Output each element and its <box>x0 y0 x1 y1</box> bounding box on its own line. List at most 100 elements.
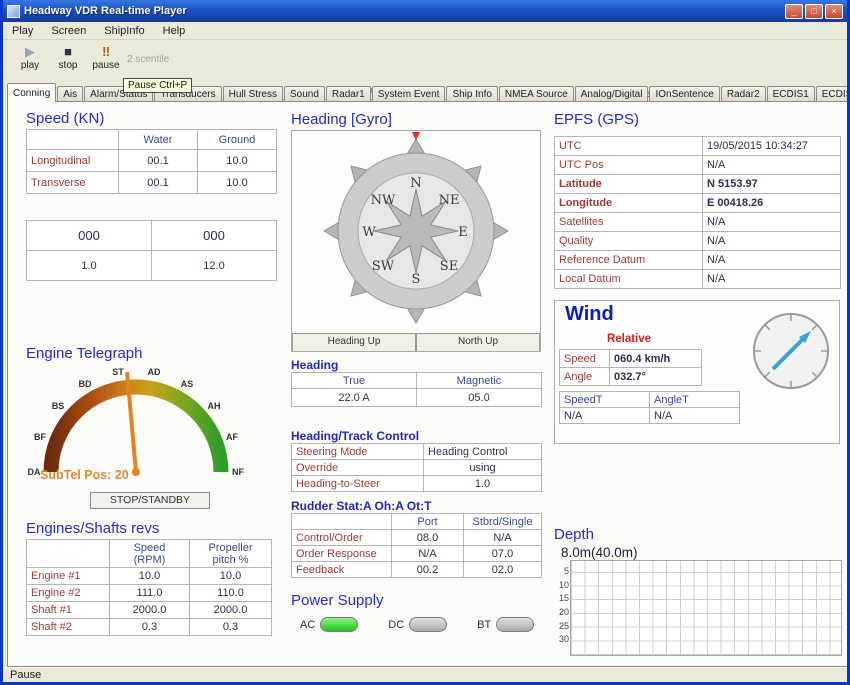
menu-help[interactable]: Help <box>154 23 195 39</box>
row-label: Order Response <box>292 546 392 562</box>
gyro-title: Heading [Gyro] <box>291 111 392 128</box>
table-row: Engine #2 111.0 110.0 <box>27 585 272 602</box>
window-title: Headway VDR Real-time Player <box>24 5 783 17</box>
table-row: Water Ground <box>27 130 277 150</box>
telegraph-scale-label: AF <box>226 432 238 442</box>
corner-cell <box>27 540 110 568</box>
table-row: Quality N/A <box>555 232 841 251</box>
maximize-button[interactable]: □ <box>805 4 823 19</box>
tab-ecdis1[interactable]: ECDIS1 <box>767 86 815 102</box>
compass-point-label: W <box>362 225 376 240</box>
cell-value: 060.4 km/h <box>610 350 702 368</box>
cell-value: using <box>424 460 542 476</box>
status-bar: Pause <box>3 667 847 682</box>
col-header: Port <box>392 514 464 530</box>
play-button[interactable]: ▶ play <box>13 44 47 78</box>
epfs-title: EPFS (GPS) <box>554 111 639 128</box>
row-label: Transverse <box>27 172 119 194</box>
depth-scale-label: 25 <box>552 621 569 635</box>
tab-conning[interactable]: Conning <box>7 83 56 102</box>
heading-up-button[interactable]: Heading Up <box>292 333 416 351</box>
north-up-button[interactable]: North Up <box>416 333 540 351</box>
cell-value: 2000.0 <box>110 602 190 619</box>
cell-value: Heading Control <box>424 444 542 460</box>
status-text: Pause <box>10 669 41 681</box>
cell-value: N/A <box>464 530 542 546</box>
app-window: Headway VDR Real-time Player _ □ × Play … <box>0 0 850 685</box>
tab-nmea-source[interactable]: NMEA Source <box>499 86 574 102</box>
stop-button[interactable]: ■ stop <box>51 44 85 78</box>
menu-play[interactable]: Play <box>3 23 42 39</box>
menu-screen[interactable]: Screen <box>42 23 95 39</box>
stop-standby-button[interactable]: STOP/STANDBY <box>90 492 210 509</box>
row-label: Engine #2 <box>27 585 110 602</box>
wind-table: Speed 060.4 km/h Angle 032.7° <box>559 349 702 386</box>
heading-table: True Magnetic 22.0 A 05.0 <box>291 372 542 407</box>
cell-value: N/A <box>560 408 650 424</box>
col-header: Stbrd/Single <box>464 514 542 530</box>
title-bar[interactable]: Headway VDR Real-time Player _ □ × <box>3 0 847 22</box>
wind-panel: Wind Relative Speed 060.4 km/h Angle 032… <box>554 300 840 444</box>
tab-hull-stress[interactable]: Hull Stress <box>223 86 283 102</box>
row-label: Shaft #1 <box>27 602 110 619</box>
telegraph-scale-label: DA <box>28 467 41 477</box>
telegraph-scale-label: BF <box>34 432 46 442</box>
cell-value: N/A <box>703 213 841 232</box>
rudder-title: Rudder Stat:A Oh:A Ot:T <box>291 499 431 513</box>
row-label: UTC <box>555 137 703 156</box>
tab-sound[interactable]: Sound <box>284 86 325 102</box>
row-label: Angle <box>560 368 610 386</box>
tab-analog-digital[interactable]: Analog/Digital <box>575 86 649 102</box>
cell-value: E 00418.26 <box>703 194 841 213</box>
depth-scale-label: 10 <box>552 580 569 594</box>
stop-label: stop <box>51 60 85 71</box>
rudder-table: Port Stbrd/Single Control/Order 08.0 N/A… <box>291 513 542 578</box>
depth-scale: 5 10 15 20 25 30 <box>552 566 569 648</box>
tab-radar1[interactable]: Radar1 <box>326 86 371 102</box>
telegraph-scale-label: AH <box>208 401 221 411</box>
table-row: Heading-to-Steer 1.0 <box>292 476 542 492</box>
cell-value: N/A <box>703 251 841 270</box>
row-label: Heading-to-Steer <box>292 476 424 492</box>
tab-ais[interactable]: Ais <box>57 86 83 102</box>
cell-value: 000 <box>152 221 277 251</box>
cell-value: 05.0 <box>417 389 542 407</box>
minimize-button[interactable]: _ <box>785 4 803 19</box>
cell-value: 10.0 <box>190 568 272 585</box>
table-row: Speed (RPM) Propeller pitch % <box>27 540 272 568</box>
cell-value: 02.0 <box>464 562 542 578</box>
close-button[interactable]: × <box>825 4 843 19</box>
cell-value: N/A <box>703 232 841 251</box>
table-row: SpeedT AngleT <box>560 392 740 408</box>
row-label: Satellites <box>555 213 703 232</box>
row-label: Longitude <box>555 194 703 213</box>
stop-icon: ■ <box>51 44 85 60</box>
gyro-mode-buttons: Heading Up North Up <box>292 333 540 351</box>
tab-ship-info[interactable]: Ship Info <box>446 86 497 102</box>
cell-value: 07.0 <box>464 546 542 562</box>
tab-ionsentence[interactable]: IOnSentence <box>649 86 719 102</box>
tab-radar2[interactable]: Radar2 <box>721 86 766 102</box>
table-row: Transverse 00.1 10.0 <box>27 172 277 194</box>
telegraph-scale-label: AD <box>148 367 161 377</box>
depth-title: Depth <box>554 526 594 543</box>
cell-value: 00.1 <box>119 172 198 194</box>
tab-ecdis2[interactable]: ECDIS2 <box>816 86 850 102</box>
table-row: Local Datum N/A <box>555 270 841 289</box>
menu-shipinfo[interactable]: ShipInfo <box>95 23 153 39</box>
compass-point-label: NW <box>371 193 396 208</box>
col-header: Magnetic <box>417 373 542 389</box>
engines-shafts-title: Engines/Shafts revs <box>26 520 159 537</box>
table-row: 22.0 A 05.0 <box>292 389 542 407</box>
row-label: Quality <box>555 232 703 251</box>
depth-scale-label: 5 <box>552 566 569 580</box>
pause-button[interactable]: ‼ pause <box>89 44 123 78</box>
tab-system-event[interactable]: System Event <box>372 86 446 102</box>
cell-value: 111.0 <box>110 585 190 602</box>
wind-relative-label: Relative <box>563 333 695 345</box>
table-row: Port Stbrd/Single <box>292 514 542 530</box>
col-header: Propeller pitch % <box>190 540 272 568</box>
row-label: Feedback <box>292 562 392 578</box>
power-bt: BT <box>477 617 534 632</box>
gyro-compass-frame: N NE E SE S SW W NW Heading Up North Up <box>291 130 541 352</box>
